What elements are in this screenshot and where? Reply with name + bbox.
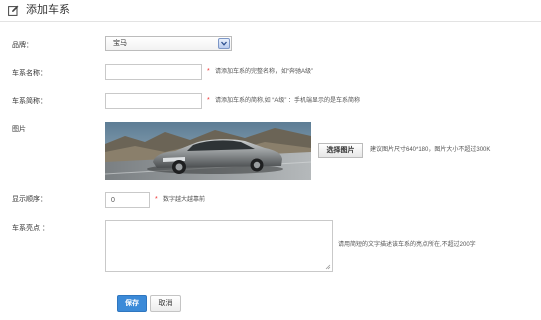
page-header: 添加车系	[0, 0, 541, 22]
cancel-button[interactable]: 取消	[150, 295, 181, 312]
series-name-hint: 请添加车系的完整名称，如“奔驰A级”	[215, 69, 313, 75]
brand-select[interactable]: 宝马	[105, 36, 232, 51]
brand-label: 品牌：	[12, 42, 33, 49]
series-name-input[interactable]	[105, 64, 202, 80]
short-name-hint: 请添加车系的简称,如 “A级” ：手机端显示的是车系简称	[215, 98, 361, 104]
choose-image-button[interactable]: 选择图片	[318, 143, 363, 158]
image-hint: 建议图片尺寸640*180，图片大小不超过300K	[370, 147, 491, 153]
page-title: 添加车系	[26, 4, 70, 16]
highlights-hint: 请用简短的文字描述该车系的亮点所在,不超过200字	[338, 242, 476, 248]
image-label: 图片	[12, 126, 26, 133]
display-order-label: 显示顺序：	[12, 196, 47, 203]
short-name-label: 车系简称：	[12, 98, 47, 105]
display-order-input[interactable]	[105, 192, 150, 208]
dropdown-arrow-button[interactable]	[218, 38, 230, 49]
brand-selected-value: 宝马	[113, 40, 127, 47]
short-name-input[interactable]	[105, 93, 202, 109]
edit-icon	[8, 5, 19, 16]
chevron-down-icon	[221, 41, 227, 46]
save-button[interactable]: 保存	[117, 295, 147, 312]
highlights-label: 车系亮点 ：	[12, 225, 49, 232]
required-mark: *	[155, 196, 158, 203]
resize-grip-icon[interactable]	[325, 264, 331, 270]
required-mark: *	[207, 68, 210, 75]
required-mark: *	[207, 97, 210, 104]
car-preview-image	[105, 122, 311, 180]
series-name-label: 车系名称：	[12, 70, 47, 77]
display-order-hint: 数字越大越靠前	[163, 197, 206, 203]
highlights-textarea[interactable]	[105, 220, 333, 272]
